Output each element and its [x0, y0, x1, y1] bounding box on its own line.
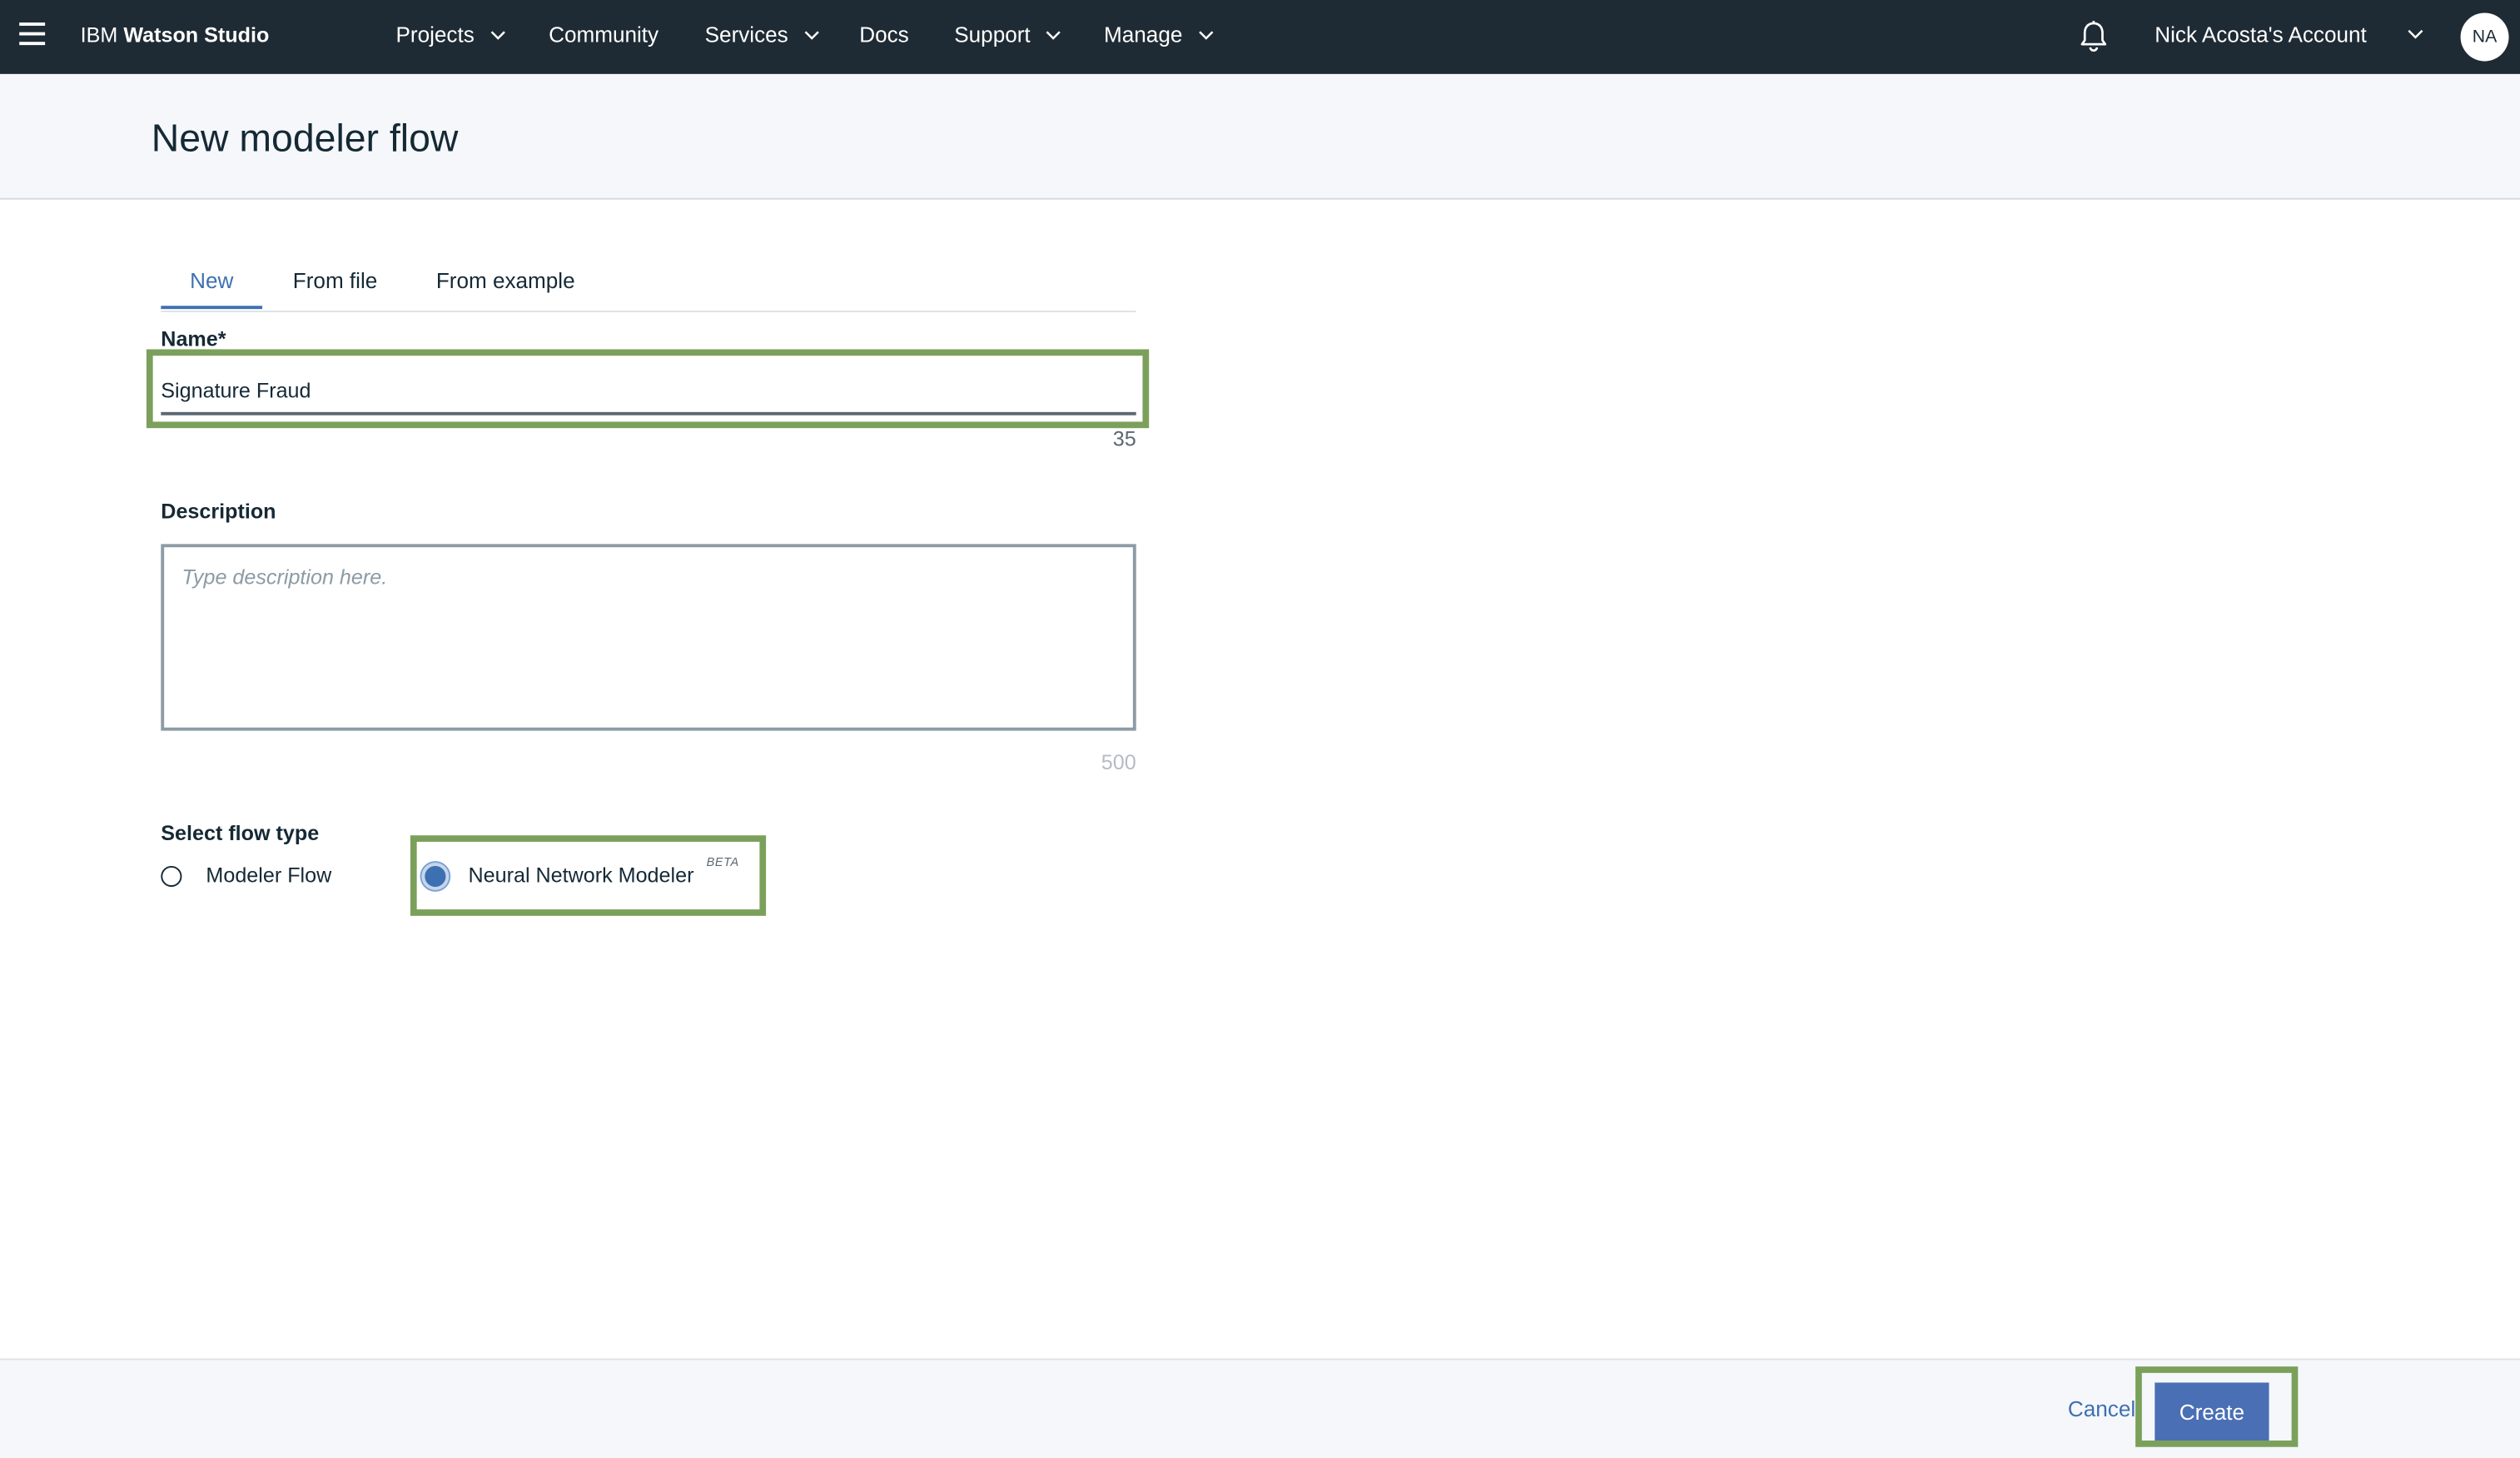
cancel-button[interactable]: Cancel — [2068, 1397, 2135, 1421]
app-root: IBM Watson Studio Projects Community Ser… — [0, 0, 2520, 1458]
nav-services[interactable]: Services — [705, 22, 818, 47]
required-marker: * — [217, 326, 226, 351]
radio-unchecked[interactable] — [161, 865, 182, 888]
bell-icon[interactable] — [2078, 19, 2110, 55]
brand-name: Watson Studio — [123, 22, 270, 47]
nav-docs-label: Docs — [859, 22, 909, 47]
nav-community-label: Community — [549, 22, 659, 47]
name-label-text: Name — [161, 326, 218, 351]
description-char-count: 500 — [1101, 749, 1136, 774]
radio-modeler-flow[interactable]: Modeler Flow — [161, 863, 354, 895]
name-char-count: 35 — [1112, 426, 1136, 451]
menu-icon[interactable] — [19, 22, 46, 48]
nav-support[interactable]: Support — [954, 22, 1061, 47]
chevron-down-icon — [1046, 31, 1061, 40]
nav-services-label: Services — [704, 22, 788, 47]
radio-modeler-flow-label: Modeler Flow — [206, 863, 332, 888]
active-tab-indicator — [161, 306, 263, 310]
description-field[interactable] — [161, 544, 1136, 731]
account-chevron-icon[interactable] — [2408, 29, 2423, 41]
tab-bar: New From file From example — [161, 261, 1136, 313]
nav-manage[interactable]: Manage — [1104, 22, 1213, 47]
brand-prefix: IBM — [80, 22, 118, 47]
nav-projects[interactable]: Projects — [396, 22, 505, 47]
avatar[interactable]: NA — [2460, 12, 2509, 62]
nav-community[interactable]: Community — [549, 22, 659, 47]
name-label: Name* — [161, 326, 226, 351]
nav-projects-label: Projects — [395, 22, 475, 47]
create-button[interactable]: Create — [2155, 1382, 2269, 1441]
radio-neural-network-modeler[interactable]: Neural Network Modeler BETA — [421, 854, 743, 895]
tab-new[interactable]: New — [190, 269, 233, 293]
radio-checked[interactable] — [421, 863, 450, 890]
page-title: New modeler flow — [151, 117, 459, 162]
chevron-down-icon — [803, 31, 818, 40]
name-input[interactable] — [161, 366, 1136, 416]
tab-from-file[interactable]: From file — [293, 269, 378, 293]
tab-from-example[interactable]: From example — [436, 269, 575, 293]
chevron-down-icon — [490, 31, 505, 40]
nav-docs[interactable]: Docs — [859, 22, 908, 47]
radio-neural-network-label: Neural Network Modeler — [468, 863, 694, 888]
page-header: New modeler flow — [0, 73, 2520, 200]
nav-support-label: Support — [954, 22, 1031, 47]
brand[interactable]: IBM Watson Studio — [81, 22, 270, 47]
footer-bar: Cancel Create — [0, 1358, 2520, 1458]
beta-badge: BETA — [706, 854, 739, 869]
nav-manage-label: Manage — [1104, 22, 1183, 47]
flow-type-label: Select flow type — [161, 820, 320, 845]
chevron-down-icon — [1198, 31, 1213, 40]
account-switcher[interactable]: Nick Acosta's Account — [2155, 22, 2366, 47]
description-label: Description — [161, 499, 276, 524]
top-nav: IBM Watson Studio Projects Community Ser… — [0, 0, 2520, 74]
